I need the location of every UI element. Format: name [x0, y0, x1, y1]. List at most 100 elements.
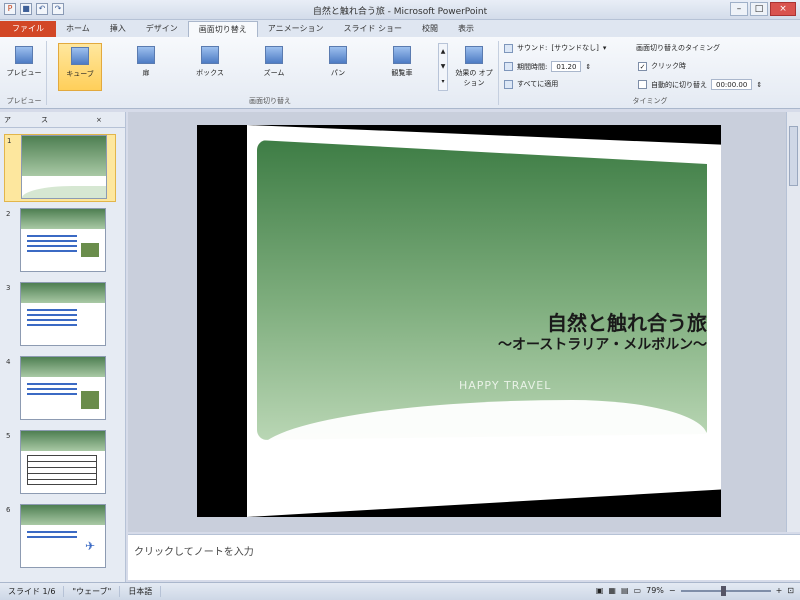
slide-thumbnail-panel: ア ス × 1 2 3 4 5 6 ✈	[0, 112, 126, 582]
slide-title[interactable]: 自然と触れ合う旅	[547, 307, 707, 336]
box-icon	[201, 46, 219, 64]
slide-thumbnail[interactable]: 2	[4, 208, 116, 276]
tab-view[interactable]: 表示	[448, 21, 484, 37]
zoom-slider[interactable]	[680, 585, 771, 596]
status-bar: スライド 1/6 "ウェーブ" 日本語 ▣ ▦ ▤ ▭ 79% − + ⊡	[0, 582, 800, 600]
zoom-icon	[265, 46, 283, 64]
zoom-slider-knob[interactable]	[720, 585, 726, 596]
duration-icon	[504, 62, 513, 71]
preview-icon	[15, 46, 33, 64]
close-button[interactable]: ×	[770, 2, 796, 16]
duration-input[interactable]: 01.20	[551, 61, 582, 72]
apply-all-label: すべてに適用	[517, 80, 559, 88]
pan-icon	[329, 46, 347, 64]
apply-all-icon	[504, 79, 513, 89]
notes-pane[interactable]: クリックしてノートを入力	[128, 534, 800, 580]
normal-view-icon[interactable]: ▣	[596, 586, 604, 595]
ribbon-tabs: ファイル ホーム 挿入 デザイン 画面切り替え アニメーション スライド ショー…	[0, 20, 800, 37]
tab-animations[interactable]: アニメーション	[258, 21, 334, 37]
slide-number: 1	[7, 137, 12, 145]
zoom-out-icon[interactable]: −	[669, 586, 676, 595]
transition-zoom-button[interactable]: ズーム	[252, 43, 296, 91]
zoom-in-icon[interactable]: +	[776, 586, 783, 595]
slide-number: 5	[6, 432, 11, 440]
slide-subtitle[interactable]: ～オーストラリア・メルボルン～	[498, 334, 707, 354]
timing-header: 画面切り替えのタイミング	[636, 43, 720, 53]
theme-name: "ウェーブ"	[64, 586, 121, 597]
on-click-checkbox[interactable]: ✓	[638, 61, 647, 71]
transition-label: 観覧車	[391, 69, 413, 77]
effect-options-label: 効果の オプション	[455, 69, 493, 87]
ferris-wheel-icon	[393, 46, 411, 64]
transition-cube-button[interactable]: キューブ	[58, 43, 102, 91]
effect-options-icon	[465, 46, 483, 64]
slide-indicator: スライド 1/6	[0, 586, 65, 597]
slide-number: 4	[6, 358, 11, 366]
transition-label: 扉	[142, 69, 150, 77]
gallery-scroll[interactable]: ▲ ▼ ▾	[438, 43, 448, 91]
slide-number: 3	[6, 284, 11, 292]
transition-pan-button[interactable]: パン	[316, 43, 360, 91]
fit-window-icon[interactable]: ⊡	[787, 586, 794, 595]
reading-view-icon[interactable]: ▤	[621, 586, 629, 595]
close-icon[interactable]: ×	[96, 116, 102, 124]
auto-after-label: 自動的に切り替え	[651, 80, 707, 89]
transition-label: パン	[330, 69, 346, 77]
transition-label: ズーム	[263, 69, 285, 77]
tab-home[interactable]: ホーム	[56, 21, 100, 37]
tab-insert[interactable]: 挿入	[100, 21, 136, 37]
scrollbar-thumb[interactable]	[789, 126, 798, 186]
slide-tagline[interactable]: HAPPY TRAVEL	[459, 379, 551, 392]
ribbon: プレビュー プレビュー キューブ 扉 ボックス ズーム パン 観覧車 ▲ ▼ ▾ 効…	[0, 37, 800, 109]
transition-group-label: 画面切り替え	[249, 97, 291, 105]
tab-design[interactable]: デザイン	[136, 21, 188, 37]
tab-slideshow[interactable]: スライド ショー	[333, 21, 412, 37]
slide-thumbnail[interactable]: 3	[4, 282, 116, 350]
vertical-scrollbar[interactable]	[786, 112, 800, 532]
tab-file[interactable]: ファイル	[0, 21, 56, 37]
slideshow-icon[interactable]: ▭	[634, 586, 642, 595]
transition-box-button[interactable]: ボックス	[188, 43, 232, 91]
transition-ferris-button[interactable]: 観覧車	[380, 43, 424, 91]
tab-outline[interactable]: ア	[4, 115, 11, 125]
slide-thumbnail[interactable]: 6 ✈	[4, 504, 116, 572]
chevron-down-icon[interactable]: ▾	[603, 44, 607, 52]
sound-row[interactable]: サウンド: [サウンドなし] ▾	[504, 43, 606, 53]
slide-thumbnail[interactable]: 1	[4, 134, 116, 202]
tab-review[interactable]: 校閲	[412, 21, 448, 37]
spinner-icon[interactable]: ⇕	[585, 63, 591, 71]
auto-after-checkbox[interactable]	[638, 80, 647, 89]
transition-label: ボックス	[196, 69, 224, 77]
slide-number: 6	[6, 506, 11, 514]
language-indicator[interactable]: 日本語	[120, 586, 162, 597]
sound-value[interactable]: [サウンドなし]	[551, 43, 598, 53]
group-separator	[46, 41, 47, 105]
on-click-row[interactable]: ✓ クリック時	[638, 61, 686, 71]
slide-sorter-icon[interactable]: ▦	[608, 586, 616, 595]
duration-row: 期間時間: 01.20 ⇕	[504, 61, 591, 72]
maximize-button[interactable]: □	[750, 2, 768, 16]
transition-door-button[interactable]: 扉	[124, 43, 168, 91]
slide-thumbnail[interactable]: 5	[4, 430, 116, 498]
apply-all-button[interactable]: すべてに適用	[504, 79, 558, 89]
tab-slides[interactable]: ス	[41, 115, 48, 125]
title-bar: P ■ ↶ ↷ 自然と触れ合う旅 - Microsoft PowerPoint …	[0, 0, 800, 20]
spinner-icon[interactable]: ⇕	[756, 81, 762, 89]
auto-after-row: 自動的に切り替え 00:00.00 ⇕	[638, 79, 762, 90]
minimize-button[interactable]: –	[730, 2, 748, 16]
group-separator	[498, 41, 499, 105]
preview-button[interactable]: プレビュー	[2, 43, 46, 91]
sound-icon	[504, 43, 513, 53]
slide-number: 2	[6, 210, 11, 218]
auto-after-input[interactable]: 00:00.00	[711, 79, 753, 90]
transition-label: キューブ	[66, 70, 94, 78]
slide-background	[257, 140, 707, 440]
sound-label: サウンド:	[517, 44, 548, 52]
preview-group-label: プレビュー	[6, 97, 42, 105]
zoom-level[interactable]: 79%	[646, 586, 664, 595]
effect-options-button[interactable]: 効果の オプション	[452, 43, 496, 91]
duration-label: 期間時間:	[517, 62, 548, 71]
tab-transitions[interactable]: 画面切り替え	[187, 21, 258, 37]
slide-preview[interactable]: 自然と触れ合う旅 ～オーストラリア・メルボルン～ HAPPY TRAVEL	[197, 125, 721, 517]
slide-thumbnail[interactable]: 4	[4, 356, 116, 424]
